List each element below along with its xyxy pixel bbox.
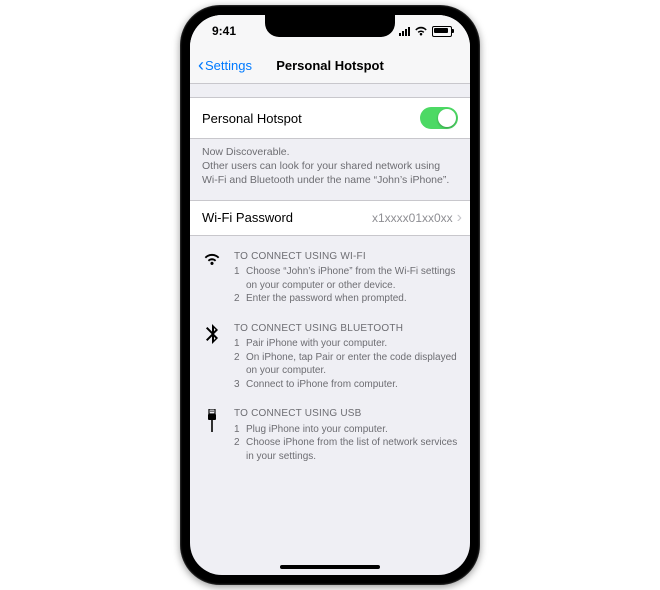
instr-bluetooth: To connect using Bluetooth 1Pair iPhone … xyxy=(202,322,458,392)
instr-bt-step3: Connect to iPhone from computer. xyxy=(246,378,398,392)
battery-icon xyxy=(432,26,452,37)
instructions: To connect using Wi-Fi 1Choose “John’s i… xyxy=(190,236,470,464)
status-time: 9:41 xyxy=(212,24,236,38)
phone-frame: 9:41 ‹ Settings Personal Hotspot Persona… xyxy=(180,5,480,585)
hotspot-switch[interactable] xyxy=(420,107,458,129)
instr-bt-title: To connect using Bluetooth xyxy=(234,322,458,336)
wifi-password-value: x1xxxx01xx0xx xyxy=(372,211,453,225)
instr-wifi-step1: Choose “John’s iPhone” from the Wi-Fi se… xyxy=(246,265,458,292)
footer-line2: Other users can look for your shared net… xyxy=(202,159,458,187)
status-right xyxy=(399,26,452,37)
instr-wifi: To connect using Wi-Fi 1Choose “John’s i… xyxy=(202,250,458,306)
wifi-password-row[interactable]: Wi-Fi Password x1xxxx01xx0xx › xyxy=(190,200,470,236)
bluetooth-icon xyxy=(202,322,222,392)
instr-usb-title: To connect using USB xyxy=(234,407,458,421)
content: Personal Hotspot Now Discoverable. Other… xyxy=(190,83,470,575)
notch xyxy=(265,15,395,37)
instr-usb: To connect using USB 1Plug iPhone into y… xyxy=(202,407,458,463)
instr-usb-step1: Plug iPhone into your computer. xyxy=(246,423,388,437)
chevron-right-icon: › xyxy=(457,210,462,226)
hotspot-toggle-row[interactable]: Personal Hotspot xyxy=(190,97,470,139)
hotspot-footer: Now Discoverable. Other users can look f… xyxy=(190,139,470,200)
chevron-left-icon: ‹ xyxy=(198,56,204,74)
instr-wifi-title: To connect using Wi-Fi xyxy=(234,250,458,264)
back-button[interactable]: ‹ Settings xyxy=(198,56,252,74)
wifi-icon xyxy=(414,26,428,36)
back-label: Settings xyxy=(205,58,252,73)
wifi-password-label: Wi-Fi Password xyxy=(202,210,372,225)
instr-usb-step2: Choose iPhone from the list of network s… xyxy=(246,436,458,463)
instr-bt-step1: Pair iPhone with your computer. xyxy=(246,337,387,351)
instr-wifi-step2: Enter the password when prompted. xyxy=(246,292,407,306)
usb-icon xyxy=(202,407,222,463)
footer-line1: Now Discoverable. xyxy=(202,145,458,159)
home-indicator[interactable] xyxy=(280,565,380,569)
signal-icon xyxy=(399,26,410,36)
instr-bt-step2: On iPhone, tap Pair or enter the code di… xyxy=(246,351,458,378)
screen: 9:41 ‹ Settings Personal Hotspot Persona… xyxy=(190,15,470,575)
wifi-icon xyxy=(202,250,222,306)
nav-bar: ‹ Settings Personal Hotspot xyxy=(190,47,470,84)
hotspot-toggle-label: Personal Hotspot xyxy=(202,111,302,126)
